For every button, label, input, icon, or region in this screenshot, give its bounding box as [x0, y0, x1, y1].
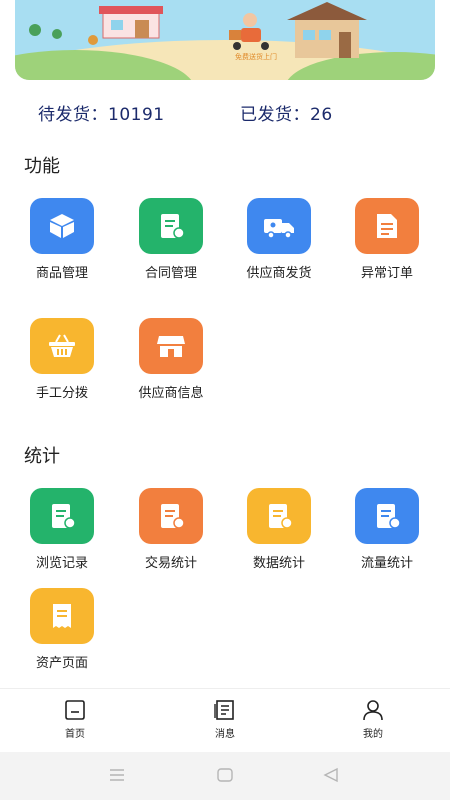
assets-page-button[interactable]: 资产页面: [12, 588, 112, 678]
tile-label: 流量统计: [360, 556, 413, 571]
supplier-shipping-button[interactable]: 供应商发货: [229, 198, 329, 288]
tile-label: 合同管理: [144, 266, 197, 281]
tile-label: 供应商信息: [138, 386, 204, 401]
tile-label: 交易统计: [144, 556, 197, 571]
report-icon: [139, 488, 203, 544]
back-triangle-icon[interactable]: [322, 766, 340, 784]
receipt-icon: [30, 588, 94, 644]
promo-banner[interactable]: 免费送货上门: [15, 0, 435, 80]
menu-icon[interactable]: [108, 766, 126, 784]
report-icon: [247, 488, 311, 544]
message-icon: [214, 700, 234, 720]
report-icon: [355, 488, 419, 544]
shipment-status: 待发货：10191 已发货：26: [0, 100, 450, 126]
contract-management-button[interactable]: 合同管理: [121, 198, 221, 288]
nav-messages[interactable]: 消息: [175, 699, 275, 749]
nav-messages-label: 消息: [215, 729, 235, 740]
functions-section-title: 功能: [24, 156, 60, 177]
banner-illustration: [15, 0, 435, 80]
tile-label: 资产页面: [35, 656, 88, 671]
user-icon: [363, 700, 383, 721]
nav-profile[interactable]: 我的: [323, 699, 423, 749]
nav-home-label: 首页: [65, 729, 85, 740]
shipped-label: 已发货：: [240, 105, 310, 125]
store-icon: [139, 318, 203, 374]
bottom-nav: 首页 消息 我的: [0, 688, 450, 752]
nav-profile-label: 我的: [363, 729, 383, 740]
pending-shipment[interactable]: 待发货：10191: [38, 100, 165, 125]
tile-label: 商品管理: [35, 266, 88, 281]
banner-caption: 免费送货上门: [235, 53, 277, 61]
browse-history-button[interactable]: 浏览记录: [12, 488, 112, 578]
tile-label: 异常订单: [360, 266, 413, 281]
shipped-count: 26: [310, 105, 333, 125]
pending-label: 待发货：: [38, 105, 108, 125]
supplier-info-button[interactable]: 供应商信息: [121, 318, 221, 408]
tile-label: 手工分拨: [35, 386, 88, 401]
statistics-section-title: 统计: [24, 446, 60, 467]
product-management-button[interactable]: 商品管理: [12, 198, 112, 288]
box-icon: [30, 198, 94, 254]
home-icon: [65, 700, 85, 720]
tile-label: 浏览记录: [35, 556, 88, 571]
document-icon: [355, 198, 419, 254]
report-icon: [30, 488, 94, 544]
system-nav-bar: [0, 752, 450, 800]
pending-count: 10191: [108, 105, 165, 125]
shipped-count-block[interactable]: 已发货：26: [240, 100, 333, 125]
data-stats-button[interactable]: 数据统计: [229, 488, 329, 578]
manual-allocation-button[interactable]: 手工分拨: [12, 318, 112, 408]
traffic-stats-button[interactable]: 流量统计: [337, 488, 437, 578]
home-square-icon[interactable]: [216, 766, 234, 784]
contract-icon: [139, 198, 203, 254]
abnormal-orders-button[interactable]: 异常订单: [337, 198, 437, 288]
tile-label: 数据统计: [252, 556, 305, 571]
nav-home[interactable]: 首页: [25, 699, 125, 749]
tile-label: 供应商发货: [246, 266, 312, 281]
truck-icon: [247, 198, 311, 254]
transaction-stats-button[interactable]: 交易统计: [121, 488, 221, 578]
basket-icon: [30, 318, 94, 374]
